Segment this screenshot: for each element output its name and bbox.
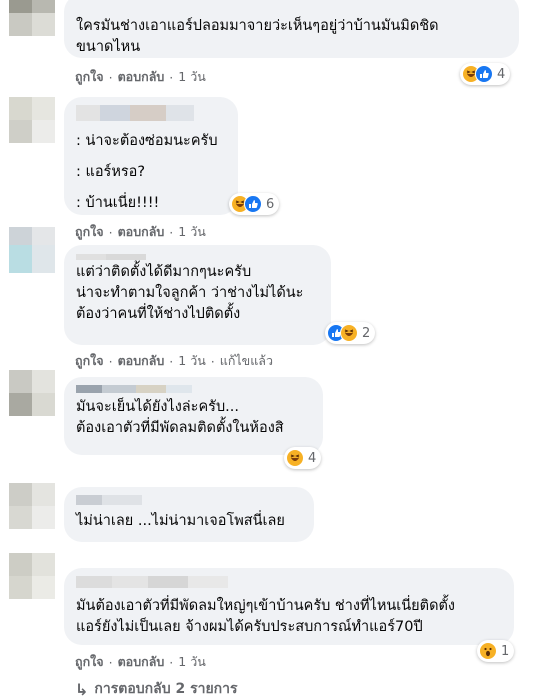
reaction-summary[interactable]: 4 <box>284 447 322 469</box>
separator: · <box>108 224 113 240</box>
reaction-count: 4 <box>308 450 317 466</box>
separator: · <box>210 353 215 369</box>
reaction-summary[interactable]: 6 <box>229 193 280 215</box>
separator: · <box>108 69 113 85</box>
comment-actions: ถูกใจ · ตอบกลับ · 1 วัน <box>75 67 206 87</box>
comment-text: มันต้องเอาตัวที่มีพัดลมใหญ่ๆเข้าบ้านครับ… <box>76 598 456 614</box>
author-name[interactable] <box>76 576 502 588</box>
reaction-count: 6 <box>266 196 275 212</box>
reply-arrow-icon: ↳ <box>75 679 89 699</box>
edited-label[interactable]: แก้ไขแล้ว <box>220 351 273 371</box>
reply-link[interactable]: ตอบกลับ <box>118 222 165 242</box>
reply-link[interactable]: ตอบกลับ <box>118 652 165 672</box>
reaction-count: 4 <box>497 66 506 82</box>
timestamp[interactable]: 1 วัน <box>178 652 206 672</box>
avatar[interactable] <box>9 483 55 529</box>
comment-text: ต้องว่าคนที่ให้ช่างไปติดตั้ง <box>76 306 241 322</box>
comment-text: ต้องเอาตัวที่มีพัดลมติดตั้งในห้องสิ <box>76 420 284 436</box>
comment-actions: ถูกใจ · ตอบกลับ · 1 วัน <box>75 652 206 672</box>
avatar[interactable] <box>9 553 55 599</box>
comment-bubble: มันจะเย็นได้ยังไงล่ะครับ... ต้องเอาตัวที… <box>64 377 323 455</box>
reaction-summary[interactable]: 4 <box>460 63 511 85</box>
author-name[interactable] <box>76 495 302 505</box>
separator: · <box>108 353 113 369</box>
comment-text: ขนาดไหน <box>76 39 141 55</box>
comment-bubble: ใครมันช่างเอาแอร์ปลอมมาจายว่ะเห็นๆอยู่ว่… <box>64 0 519 58</box>
avatar[interactable] <box>9 0 55 36</box>
like-icon <box>244 195 262 213</box>
comment-bubble: ไม่น่าเลย ...ไม่น่ามาเจอโพสนี่เลย <box>64 487 314 542</box>
like-icon <box>475 65 493 83</box>
comment-text: มันจะเย็นได้ยังไงล่ะครับ... <box>76 399 239 415</box>
separator: · <box>108 654 113 670</box>
like-link[interactable]: ถูกใจ <box>75 67 104 87</box>
like-link[interactable]: ถูกใจ <box>75 652 104 672</box>
comment-actions: ถูกใจ · ตอบกลับ · 1 วัน <box>75 222 206 242</box>
avatar[interactable] <box>9 97 55 143</box>
comment-text: แอร์ยังไม่เป็นเลย จ้างผมได้ครับประสบการณ… <box>76 619 423 635</box>
comment-text: ไม่น่าเลย ...ไม่น่ามาเจอโพสนี่เลย <box>76 513 285 529</box>
author-name[interactable] <box>76 385 311 393</box>
comment-text: แต่ว่าติดตั้งได้ดีมากๆนะครับ <box>76 264 252 280</box>
reply-link[interactable]: ตอบกลับ <box>118 351 165 371</box>
reaction-summary[interactable]: 1 <box>477 640 515 662</box>
comment-text: : น่าจะต้องซ่อมนะครับ <box>76 133 218 149</box>
separator: · <box>169 353 174 369</box>
timestamp[interactable]: 1 วัน <box>178 67 206 87</box>
comment-actions: ถูกใจ · ตอบกลับ · 1 วัน · แก้ไขแล้ว <box>75 351 273 371</box>
author-name[interactable] <box>76 105 226 121</box>
view-more-replies-link[interactable]: ↳ การตอบกลับ 2 รายการ <box>75 678 238 700</box>
comment-text: น่าจะทำตามใจลูกค้า ว่าช่างไม่ได้นะ <box>76 285 304 301</box>
separator: · <box>169 69 174 85</box>
reaction-count: 2 <box>362 325 371 341</box>
like-link[interactable]: ถูกใจ <box>75 351 104 371</box>
wow-icon <box>479 642 497 660</box>
comment-bubble: : น่าจะต้องซ่อมนะครับ : แอร์หรอ? : บ้านเ… <box>64 97 238 215</box>
comment-text: : แอร์หรอ? <box>76 164 146 180</box>
timestamp[interactable]: 1 วัน <box>178 351 206 371</box>
reaction-summary[interactable]: 2 <box>325 322 376 344</box>
timestamp[interactable]: 1 วัน <box>178 222 206 242</box>
comment-bubble: มันต้องเอาตัวที่มีพัดลมใหญ่ๆเข้าบ้านครับ… <box>64 568 514 645</box>
haha-icon <box>286 449 304 467</box>
like-link[interactable]: ถูกใจ <box>75 222 104 242</box>
separator: · <box>169 654 174 670</box>
reaction-count: 1 <box>501 643 510 659</box>
avatar[interactable] <box>9 370 55 416</box>
separator: · <box>169 224 174 240</box>
comment-text: : บ้านเนี่ย!!!! <box>76 195 160 211</box>
author-name[interactable] <box>76 254 319 260</box>
haha-icon <box>340 324 358 342</box>
comment-bubble: แต่ว่าติดตั้งได้ดีมากๆนะครับ น่าจะทำตามใ… <box>64 245 331 345</box>
avatar[interactable] <box>9 227 55 273</box>
reply-link[interactable]: ตอบกลับ <box>118 67 165 87</box>
more-replies-label: การตอบกลับ 2 รายการ <box>94 681 238 697</box>
comment-text: ใครมันช่างเอาแอร์ปลอมมาจายว่ะเห็นๆอยู่ว่… <box>76 18 439 34</box>
